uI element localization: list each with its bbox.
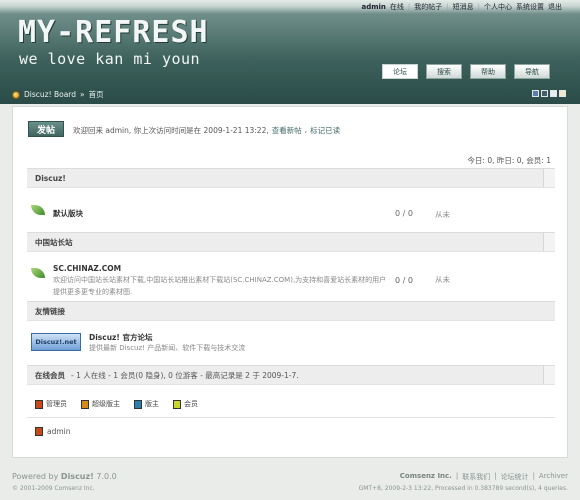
forum-last-post: 从未 [435,275,450,284]
top-link-my-posts[interactable]: 我的帖子 [414,2,442,12]
forum-row-default: 默认版块 0 / 0 从未 [27,197,555,227]
board-stats: 今日: 0, 昨日: 0, 会员: 1 [467,156,551,165]
forum-last-post: 从未 [435,210,450,219]
view-new-posts-link[interactable]: 查看新帖 [272,125,302,136]
top-link-settings[interactable]: 系统设置 [516,2,544,12]
top-link-messages[interactable]: 短消息 [453,2,474,12]
top-link-online[interactable]: 在线 [390,2,404,12]
breadcrumb-current: 首页 [88,90,104,99]
theme-swatch[interactable] [541,90,548,97]
divider: | [407,3,411,11]
divider: | [532,472,535,480]
forum-topic-post-count: 0 / 0 [395,276,413,285]
top-nav: admin 在线 | 我的帖子 | 短消息 | 个人中心 系统设置 退出 [362,2,563,12]
member-icon [173,399,181,409]
nav-search[interactable]: 搜索 [426,64,462,79]
moderator-icon [134,399,142,409]
category-title: 中国站长站 [35,237,73,247]
legend-label: 管理员 [46,400,67,408]
category-chinaz[interactable]: 中国站长站 [27,232,555,252]
nav-navigation[interactable]: 导航 [514,64,550,79]
theme-swatch[interactable] [532,90,539,97]
site-logo-title[interactable]: MY-REFRESH [18,15,209,50]
forum-name[interactable]: 默认版块 [53,208,83,219]
collapse-toggle[interactable] [543,366,555,384]
partner-row: Discuz!.net Discuz! 官方论坛 提供最新 Discuz! 产品… [27,327,555,357]
legend-label: 会员 [184,400,198,408]
mark-read-link[interactable]: 标记已读 [310,125,340,136]
super-moderator-icon [81,399,89,409]
current-user-link[interactable]: admin [362,3,386,11]
legend-member: 会员 [173,399,198,409]
online-label: 在线会员 [35,370,65,380]
site-logo-subtitle: we love kan mi youn [19,50,201,68]
online-summary: - 1 人在线 - 1 会员(0 隐身), 0 位游客 - 最高记录是 2 于 … [71,370,299,380]
partner-logo[interactable]: Discuz!.net [31,333,81,351]
top-link-logout[interactable]: 退出 [548,2,562,12]
welcome-message: 欢迎回来 admin, 你上次访问时间是在 2009-1-21 13:22, 查… [73,125,340,136]
category-discuz[interactable]: Discuz! [27,168,555,188]
breadcrumb-sep: » [80,90,85,99]
forum-topic-post-count: 0 / 0 [395,209,413,218]
partner-description: 提供最新 Discuz! 产品新闻、软件下载与技术交流 [89,344,246,352]
user-group-legend: 管理员 超级版主 版主 会员 [35,399,198,409]
divider: | [494,472,497,480]
header: admin 在线 | 我的帖子 | 短消息 | 个人中心 系统设置 退出 MY-… [0,0,580,104]
admin-user-icon [35,399,43,409]
footer-processing-info: GMT+8, 2009-2-3 13:22, Processed in 0.38… [358,485,568,492]
forum-row-chinaz: SC.CHINAZ.COM 欢迎访问中国站长站素材下载,中国站长站推出素材下载站… [27,259,555,303]
theme-swatch[interactable] [550,90,557,97]
product-link[interactable]: Discuz! [61,472,94,481]
forum-index-panel: 发帖 欢迎回来 admin, 你上次访问时间是在 2009-1-21 13:22… [12,106,568,458]
collapse-toggle[interactable] [543,169,555,187]
divider: | [477,3,480,11]
footer-powered-by: Powered by Discuz! 7.0.0 [12,472,117,481]
divider: | [455,472,459,480]
online-user-list: admin [35,427,71,436]
legend-label: 超级版主 [92,400,120,408]
legend-mod: 版主 [134,399,159,409]
stats-link[interactable]: 论坛统计 [501,472,529,482]
footer-copyright: © 2001-2009 Comsenz Inc. [12,485,95,492]
main-nav: 论坛 搜索 帮助 导航 [382,64,550,79]
forum-leaf-icon [31,268,45,278]
product-version: 7.0.0 [96,472,117,481]
admin-user-icon [35,427,43,436]
category-title: Discuz! [35,173,66,183]
forum-leaf-icon [31,205,45,215]
breadcrumb: Discuz! Board » 首页 [12,89,104,100]
powered-label: Powered by [12,472,59,481]
legend-super-mod: 超级版主 [81,399,120,409]
online-members-head[interactable]: 在线会员 - 1 人在线 - 1 会员(0 隐身), 0 位游客 - 最高记录是… [27,365,555,385]
comma: , [304,125,308,134]
nav-forum[interactable]: 论坛 [382,64,418,79]
theme-switcher [532,90,566,97]
category-links: 友情链接 [27,301,555,321]
legend-label: 版主 [145,400,159,408]
company-link[interactable]: Comsenz Inc. [400,472,452,482]
breadcrumb-root[interactable]: Discuz! Board [24,90,76,99]
new-post-button[interactable]: 发帖 [28,121,64,137]
forum-name[interactable]: SC.CHINAZ.COM [53,264,121,273]
forum-description: 欢迎访问中国站长站素材下载,中国站长站推出素材下载站(SC.CHINAZ.COM… [53,276,387,296]
category-title: 友情链接 [35,306,65,316]
legend-admin: 管理员 [35,399,67,409]
footer-links: Comsenz Inc. | 联系我们 | 论坛统计 | Archiver [400,472,568,482]
top-link-user-center[interactable]: 个人中心 [484,2,512,12]
theme-swatch[interactable] [559,90,566,97]
online-user-admin[interactable]: admin [47,427,71,436]
collapse-toggle[interactable] [543,233,555,251]
home-icon[interactable] [12,90,20,99]
nav-help[interactable]: 帮助 [470,64,506,79]
divider: | [446,3,449,11]
contact-link[interactable]: 联系我们 [462,472,490,482]
archiver-link[interactable]: Archiver [539,472,568,482]
divider [27,417,555,418]
welcome-text: 欢迎回来 admin, 你上次访问时间是在 2009-1-21 13:22, [73,126,269,135]
